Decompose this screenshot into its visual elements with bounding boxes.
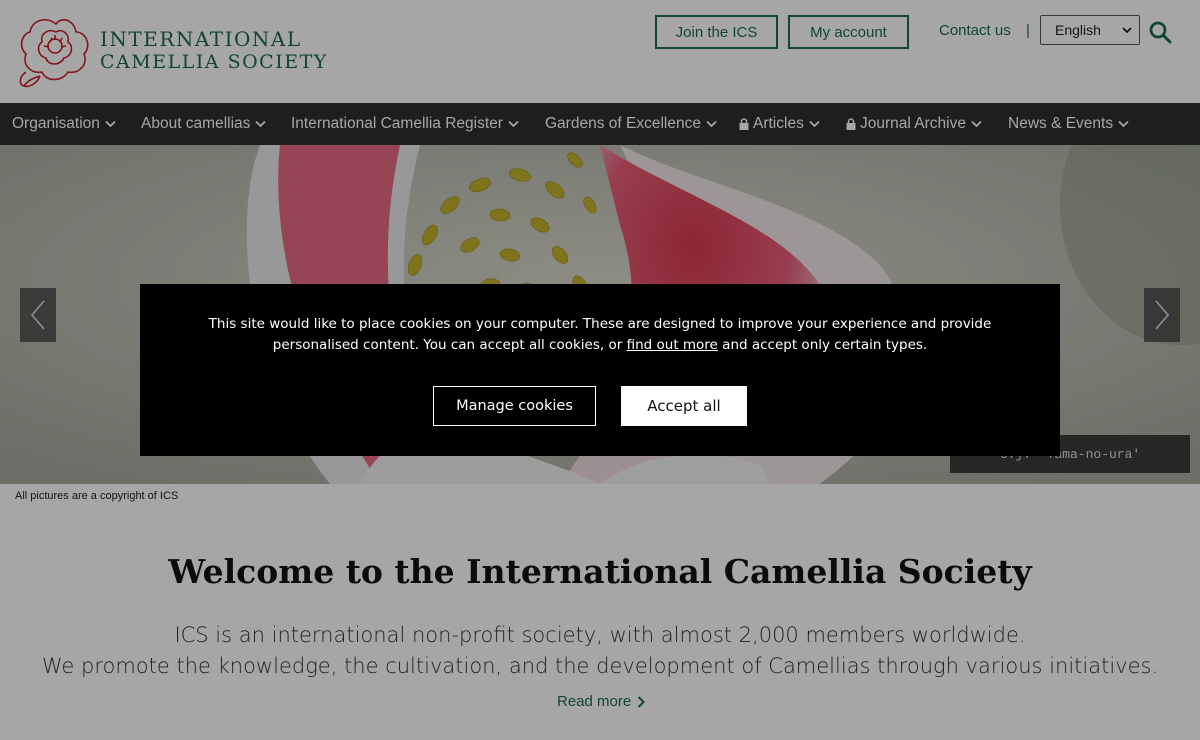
cookie-consent-dialog: This site would like to place cookies on… <box>140 284 1060 456</box>
find-out-more-link[interactable]: find out more <box>627 337 718 353</box>
cookie-message: This site would like to place cookies on… <box>170 314 1030 356</box>
cookie-text-after-link: and accept only certain types. <box>717 337 928 353</box>
manage-cookies-button[interactable]: Manage cookies <box>433 386 596 426</box>
accept-all-button[interactable]: Accept all <box>621 386 747 426</box>
